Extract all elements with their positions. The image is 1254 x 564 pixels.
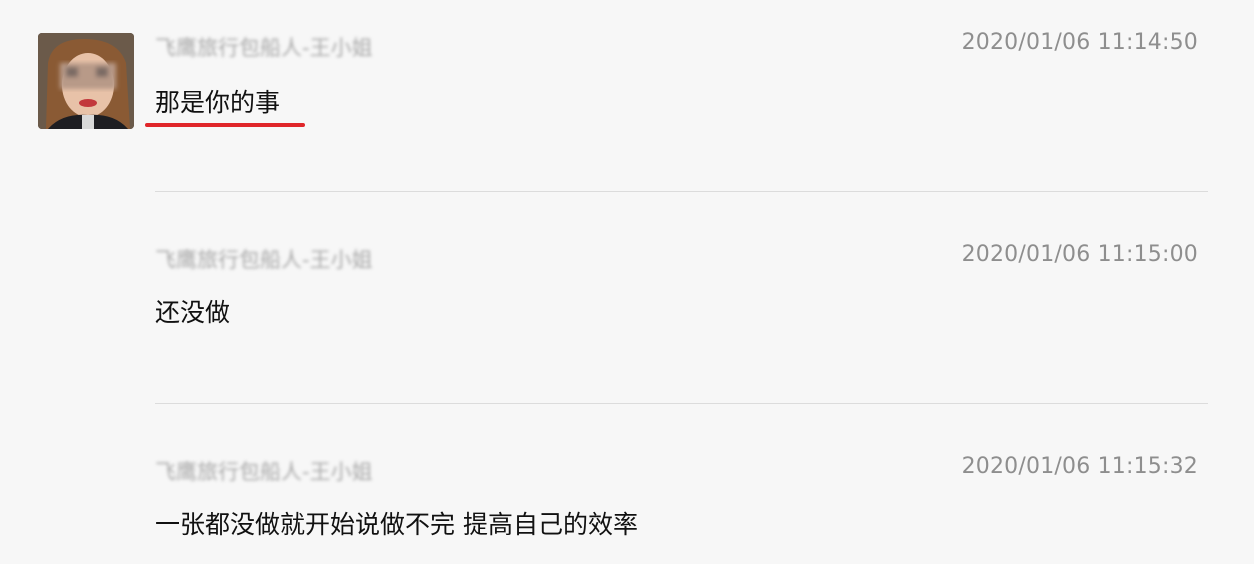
avatar[interactable] xyxy=(38,33,134,129)
chat-message: 飞鹰旅行包船人-王小姐 2020/01/06 11:14:50 那是你的事 xyxy=(0,0,1254,192)
message-timestamp: 2020/01/06 11:15:00 xyxy=(961,242,1198,267)
chat-message: 飞鹰旅行包船人-王小姐 2020/01/06 11:15:32 一张都没做就开始… xyxy=(0,404,1254,564)
message-text: 那是你的事 xyxy=(155,88,281,117)
chat-message: 飞鹰旅行包船人-王小姐 2020/01/06 11:15:00 还没做 xyxy=(0,192,1254,404)
sender-name: 飞鹰旅行包船人-王小姐 xyxy=(155,36,373,60)
red-underline-annotation xyxy=(145,123,305,127)
message-timestamp: 2020/01/06 11:15:32 xyxy=(961,454,1198,479)
sender-name: 飞鹰旅行包船人-王小姐 xyxy=(155,248,373,272)
message-text: 一张都没做就开始说做不完 提高自己的效率 xyxy=(155,510,638,539)
avatar-image xyxy=(38,33,134,129)
message-text: 还没做 xyxy=(155,298,231,327)
sender-name: 飞鹰旅行包船人-王小姐 xyxy=(155,460,373,484)
message-timestamp: 2020/01/06 11:14:50 xyxy=(961,30,1198,55)
